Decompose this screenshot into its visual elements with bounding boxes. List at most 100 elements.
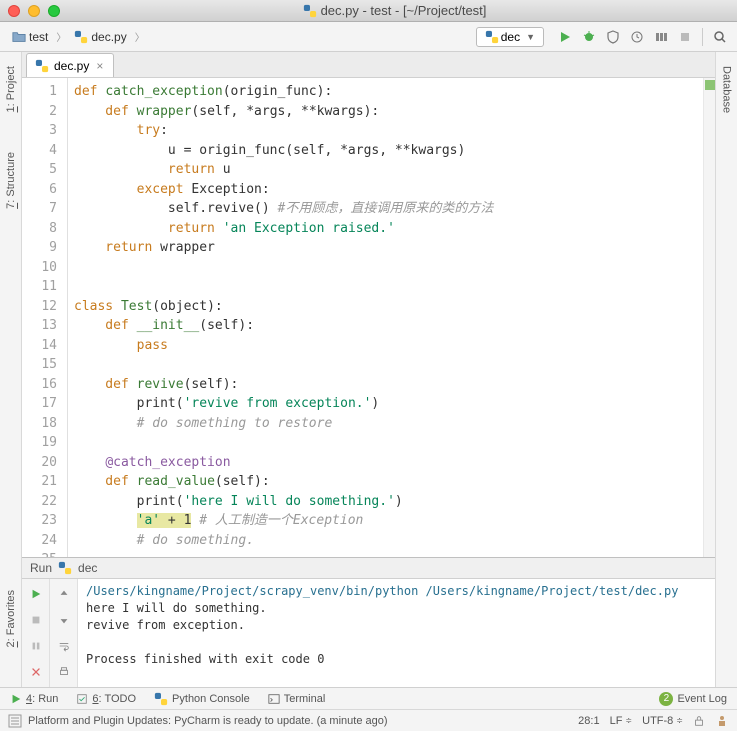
code-line[interactable]: return wrapper xyxy=(74,238,697,258)
window-title-text: dec.py - test - [~/Project/test] xyxy=(321,3,487,18)
line-number[interactable]: 9 xyxy=(22,238,67,258)
code-line[interactable]: return 'an Exception raised.' xyxy=(74,219,697,239)
line-separator[interactable]: LF≑ xyxy=(610,715,633,727)
breadcrumb: test 〉 dec.py 〉 xyxy=(6,28,472,46)
line-number[interactable]: 14 xyxy=(22,336,67,356)
code-line[interactable] xyxy=(74,550,697,557)
left-tool-strip: 1: Project 7: Structure 2: Favorites xyxy=(0,52,22,687)
marker-strip[interactable] xyxy=(703,78,715,557)
breadcrumb-sep: 〉 xyxy=(56,29,66,44)
tool-window-terminal[interactable]: Terminal xyxy=(260,691,334,707)
editor-tabs: dec.py × xyxy=(22,52,715,78)
close-run-button[interactable] xyxy=(25,661,47,683)
line-number[interactable]: 13 xyxy=(22,316,67,336)
run-config-selector[interactable]: dec ▼ xyxy=(476,27,544,47)
code-line[interactable] xyxy=(74,433,697,453)
code-line[interactable]: 'a' + 1 # 人工制造一个Exception xyxy=(74,511,697,531)
stop-button[interactable] xyxy=(674,26,696,48)
line-number[interactable]: 12 xyxy=(22,297,67,317)
line-number[interactable]: 24 xyxy=(22,531,67,551)
line-number[interactable]: 18 xyxy=(22,414,67,434)
code-line[interactable]: self.revive() #不用顾虑，直接调用原来的类的方法 xyxy=(74,199,697,219)
code-line[interactable]: return u xyxy=(74,160,697,180)
tool-window-project[interactable]: 1: Project xyxy=(3,58,19,120)
breadcrumb-item-file[interactable]: dec.py xyxy=(68,28,132,46)
code-line[interactable] xyxy=(74,355,697,375)
line-number[interactable]: 4 xyxy=(22,141,67,161)
tool-window-database[interactable]: Database xyxy=(719,58,735,121)
code-line[interactable]: def __init__(self): xyxy=(74,316,697,336)
debug-button[interactable] xyxy=(578,26,600,48)
line-number[interactable]: 22 xyxy=(22,492,67,512)
event-log-button[interactable]: 2 Event Log xyxy=(651,690,735,708)
inspector-icon[interactable] xyxy=(715,714,729,728)
line-number[interactable]: 15 xyxy=(22,355,67,375)
line-number[interactable]: 23 xyxy=(22,511,67,531)
stop-run-button[interactable] xyxy=(25,609,47,631)
tool-window-favorites[interactable]: 2: Favorites xyxy=(3,582,19,655)
line-number[interactable]: 5 xyxy=(22,160,67,180)
line-number[interactable]: 21 xyxy=(22,472,67,492)
line-number[interactable]: 7 xyxy=(22,199,67,219)
close-icon xyxy=(30,666,42,678)
code-line[interactable] xyxy=(74,258,697,278)
editor-tab[interactable]: dec.py × xyxy=(26,53,114,77)
up-button[interactable] xyxy=(53,583,75,605)
code-line[interactable]: @catch_exception xyxy=(74,453,697,473)
console-output[interactable]: /Users/kingname/Project/scrapy_venv/bin/… xyxy=(78,579,715,687)
code-line[interactable]: def catch_exception(origin_func): xyxy=(74,82,697,102)
code-line[interactable]: pass xyxy=(74,336,697,356)
soft-wrap-button[interactable] xyxy=(53,635,75,657)
caret-position[interactable]: 28:1 xyxy=(578,715,599,727)
tool-window-structure[interactable]: 7: Structure xyxy=(3,144,19,217)
code-line[interactable]: # do something to restore xyxy=(74,414,697,434)
line-number[interactable]: 1 xyxy=(22,82,67,102)
code-line[interactable]: try: xyxy=(74,121,697,141)
tool-label: Terminal xyxy=(284,693,326,705)
line-number[interactable]: 10 xyxy=(22,258,67,278)
code-line[interactable]: class Test(object): xyxy=(74,297,697,317)
tool-window-todo[interactable]: 6: TODO xyxy=(68,691,144,707)
tool-window-python-console[interactable]: Python Console xyxy=(146,690,258,708)
pause-button[interactable] xyxy=(25,635,47,657)
read-only-toggle[interactable] xyxy=(693,715,705,727)
code-line[interactable]: u = origin_func(self, *args, **kwargs) xyxy=(74,141,697,161)
line-number[interactable]: 20 xyxy=(22,453,67,473)
search-button[interactable] xyxy=(709,26,731,48)
minimize-window-button[interactable] xyxy=(28,5,40,17)
code-line[interactable]: print('revive from exception.') xyxy=(74,394,697,414)
run-button[interactable] xyxy=(554,26,576,48)
breadcrumb-item-test[interactable]: test xyxy=(6,28,54,46)
line-number[interactable]: 3 xyxy=(22,121,67,141)
code-line[interactable]: # do something. xyxy=(74,531,697,551)
line-number[interactable]: 11 xyxy=(22,277,67,297)
line-number[interactable]: 19 xyxy=(22,433,67,453)
line-number[interactable]: 8 xyxy=(22,219,67,239)
down-button[interactable] xyxy=(53,609,75,631)
code-line[interactable]: def revive(self): xyxy=(74,375,697,395)
gutter[interactable]: 1234567891011121314151617181920212223242… xyxy=(22,78,68,557)
line-number[interactable]: 2 xyxy=(22,102,67,122)
line-number[interactable]: 25 xyxy=(22,550,67,557)
code-line[interactable]: print('here I will do something.') xyxy=(74,492,697,512)
tool-window-run[interactable]: 4: Run xyxy=(2,691,66,707)
line-number[interactable]: 16 xyxy=(22,375,67,395)
code-line[interactable]: def wrapper(self, *args, **kwargs): xyxy=(74,102,697,122)
zoom-window-button[interactable] xyxy=(48,5,60,17)
close-window-button[interactable] xyxy=(8,5,20,17)
code-line[interactable]: except Exception: xyxy=(74,180,697,200)
line-number[interactable]: 6 xyxy=(22,180,67,200)
rerun-button[interactable] xyxy=(25,583,47,605)
profile-button[interactable] xyxy=(626,26,648,48)
code-editor[interactable]: def catch_exception(origin_func): def wr… xyxy=(68,78,703,557)
status-message[interactable]: Platform and Plugin Updates: PyCharm is … xyxy=(8,714,568,728)
print-button[interactable] xyxy=(53,661,75,683)
run-coverage-button[interactable] xyxy=(602,26,624,48)
encoding[interactable]: UTF-8≑ xyxy=(642,715,683,727)
code-line[interactable]: def read_value(self): xyxy=(74,472,697,492)
run-panel-header[interactable]: Run dec xyxy=(22,558,715,579)
code-line[interactable] xyxy=(74,277,697,297)
line-number[interactable]: 17 xyxy=(22,394,67,414)
concurrency-button[interactable] xyxy=(650,26,672,48)
tab-close-button[interactable]: × xyxy=(94,59,105,73)
